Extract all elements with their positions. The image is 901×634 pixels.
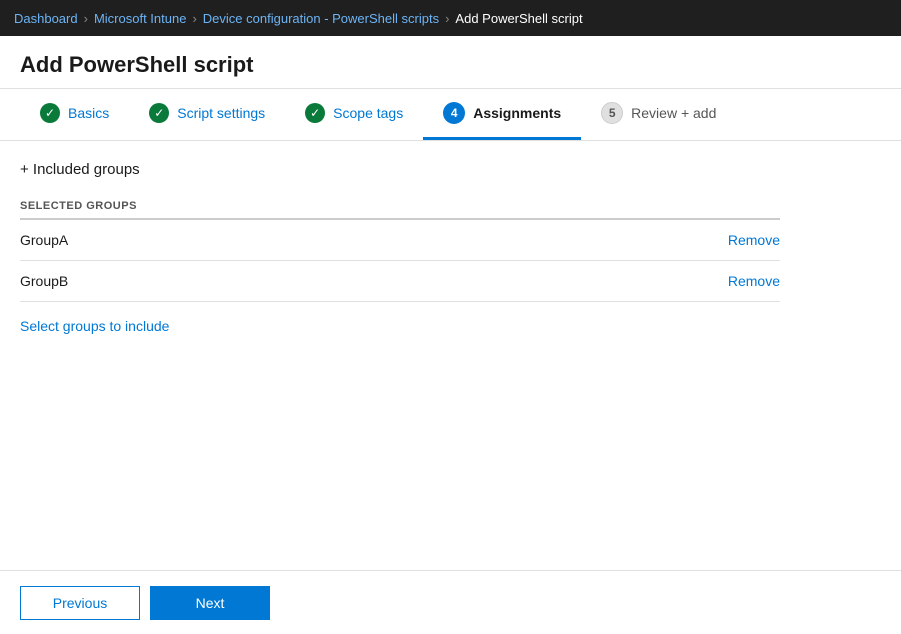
group-name-a: GroupA [20, 219, 546, 261]
select-groups-link[interactable]: Select groups to include [20, 318, 169, 334]
table-row: GroupA Remove [20, 219, 780, 261]
check-icon-script-settings: ✓ [149, 103, 169, 123]
num-review-add: 5 [601, 102, 623, 124]
included-groups-label: + Included groups [20, 161, 140, 178]
remove-button-a[interactable]: Remove [728, 232, 780, 248]
breadcrumb-device-config[interactable]: Device configuration - PowerShell script… [203, 11, 439, 26]
breadcrumb-intune[interactable]: Microsoft Intune [94, 11, 187, 26]
tab-assignments[interactable]: 4 Assignments [423, 89, 581, 140]
tab-review-add-label: Review + add [631, 105, 716, 121]
groups-table: SELECTED GROUPS GroupA Remove GroupB Rem… [20, 194, 780, 302]
remove-button-b[interactable]: Remove [728, 273, 780, 289]
remove-cell-b: Remove [546, 261, 780, 302]
group-name-b: GroupB [20, 261, 546, 302]
selected-groups-column-header: SELECTED GROUPS [20, 194, 546, 219]
breadcrumb-current: Add PowerShell script [455, 11, 582, 26]
check-icon-basics: ✓ [40, 103, 60, 123]
tab-scope-tags-label: Scope tags [333, 105, 403, 121]
wizard-tabs: ✓ Basics ✓ Script settings ✓ Scope tags … [0, 89, 901, 141]
tab-basics[interactable]: ✓ Basics [20, 89, 129, 140]
tab-script-settings-label: Script settings [177, 105, 265, 121]
num-assignments: 4 [443, 102, 465, 124]
content-area: + Included groups SELECTED GROUPS GroupA… [0, 141, 901, 354]
tab-basics-label: Basics [68, 105, 109, 121]
breadcrumb-sep-2: › [192, 11, 196, 26]
previous-button[interactable]: Previous [20, 586, 140, 620]
included-groups-header[interactable]: + Included groups [20, 161, 881, 178]
page-title: Add PowerShell script [0, 36, 901, 89]
next-button[interactable]: Next [150, 586, 270, 620]
tab-assignments-label: Assignments [473, 105, 561, 121]
tab-review-add[interactable]: 5 Review + add [581, 89, 736, 140]
table-row: GroupB Remove [20, 261, 780, 302]
tab-scope-tags[interactable]: ✓ Scope tags [285, 89, 423, 140]
breadcrumb-sep-1: › [84, 11, 88, 26]
breadcrumb-dashboard[interactable]: Dashboard [14, 11, 78, 26]
check-icon-scope-tags: ✓ [305, 103, 325, 123]
tab-script-settings[interactable]: ✓ Script settings [129, 89, 285, 140]
footer: Previous Next [0, 570, 901, 634]
remove-cell-a: Remove [546, 219, 780, 261]
breadcrumb: Dashboard › Microsoft Intune › Device co… [0, 0, 901, 36]
breadcrumb-sep-3: › [445, 11, 449, 26]
